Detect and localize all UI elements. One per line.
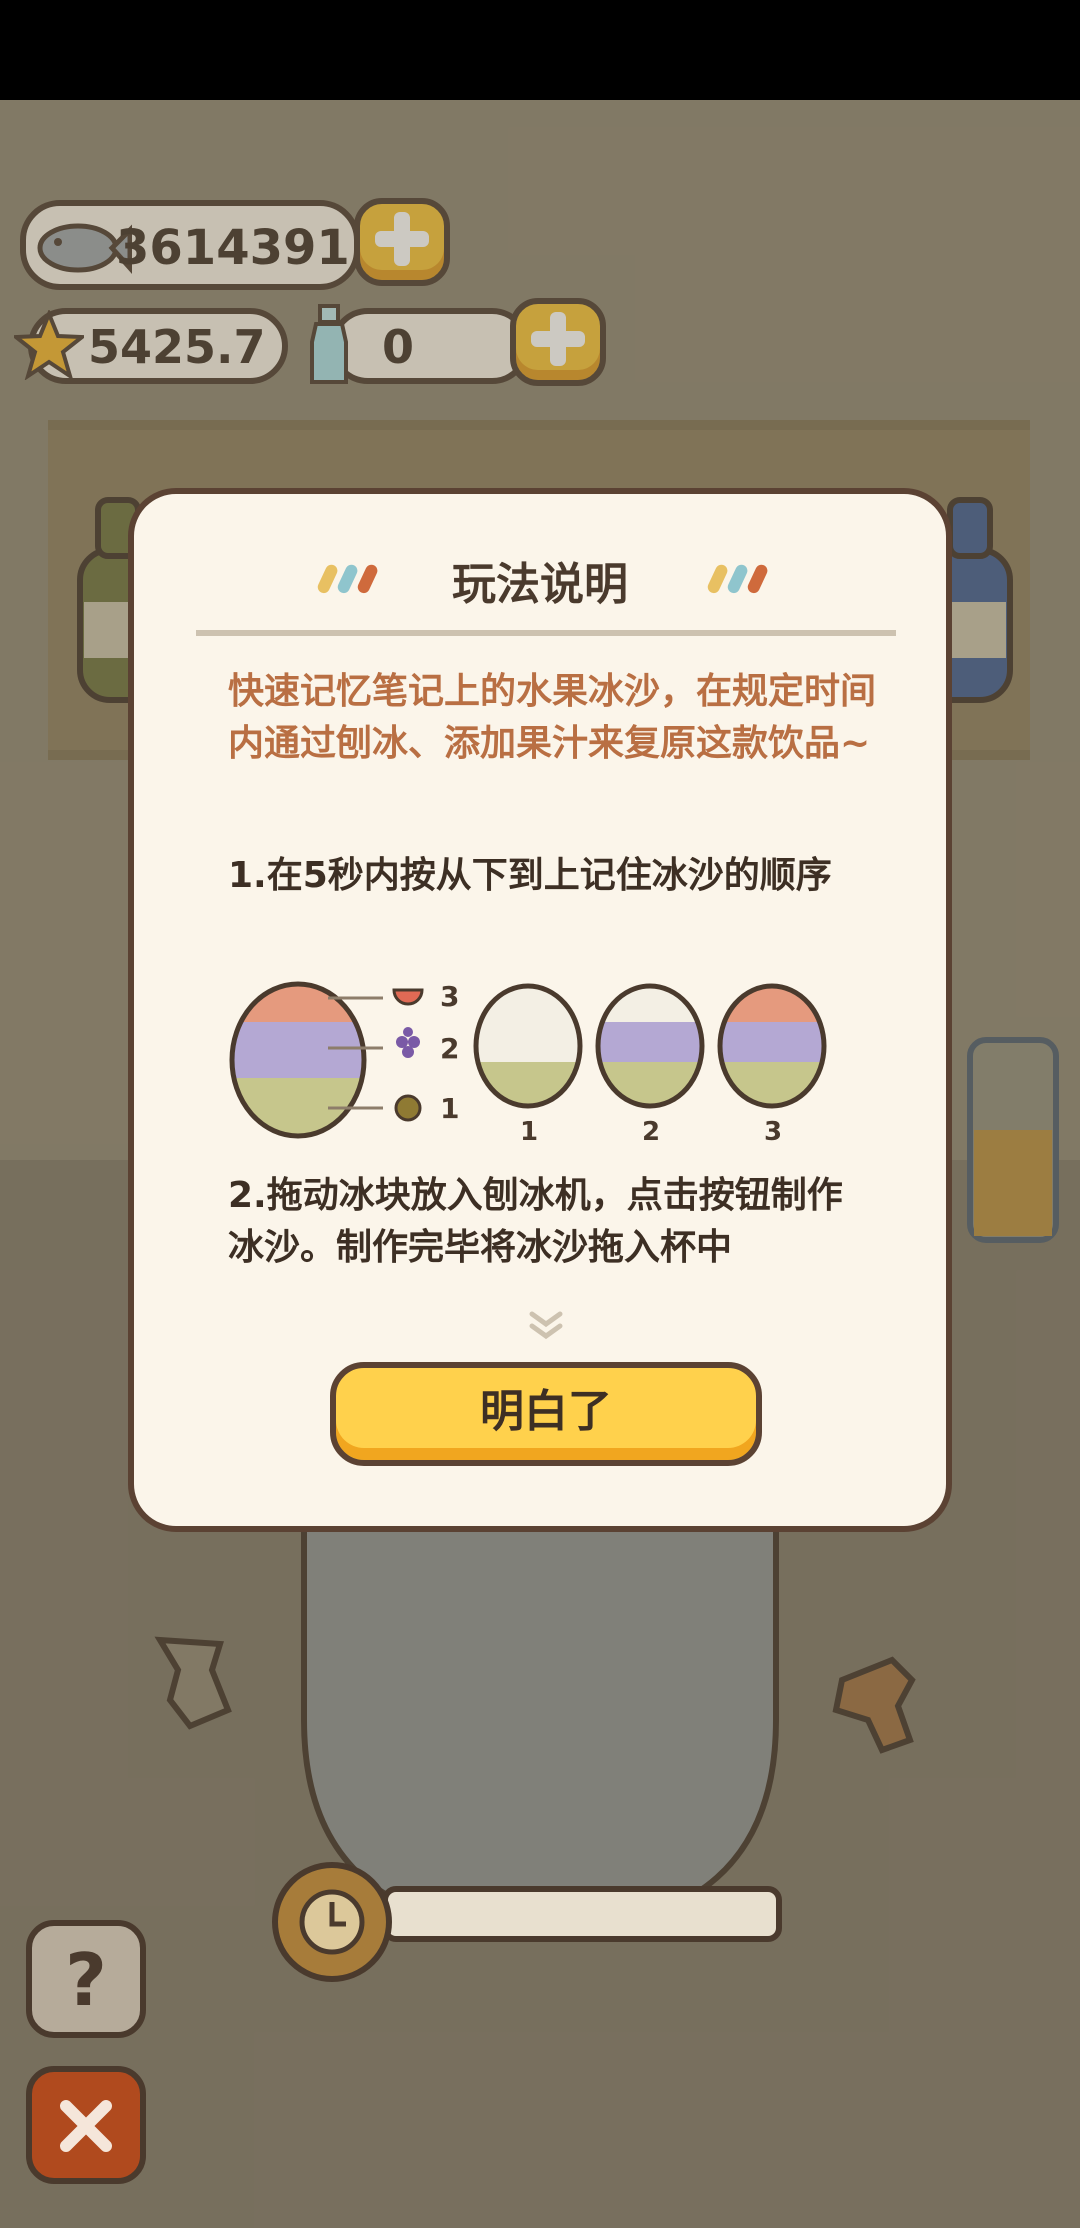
got-it-button[interactable]: 明白了	[330, 1362, 762, 1466]
question-icon: ?	[65, 1938, 107, 2022]
timer-bar	[272, 1862, 792, 1982]
kiwi-icon	[394, 1094, 422, 1122]
example-cup	[232, 984, 364, 1136]
stripes-icon-right	[707, 564, 768, 594]
cup-label-3: 3	[764, 1117, 782, 1147]
status-bar	[0, 0, 1080, 100]
clock-icon	[272, 1862, 392, 1982]
stage-cup-3	[717, 983, 827, 1109]
title-divider	[196, 630, 896, 636]
step-1-text: 1.在5秒内按从下到上记住冰沙的顺序	[228, 855, 832, 896]
grape-icon	[396, 1027, 420, 1058]
intro-text: 快速记忆笔记上的水果冰沙，在规定时间内通过刨冰、添加果汁来复原这款饮品~	[228, 671, 877, 764]
help-button[interactable]: ?	[26, 1920, 146, 2038]
scroll-down-icon[interactable]	[528, 1310, 564, 1340]
cup-label-1: 1	[520, 1117, 538, 1147]
legend-label-3: 3	[440, 980, 459, 1013]
legend-label-2: 2	[440, 1032, 459, 1065]
timer-track	[382, 1886, 782, 1942]
step-2-text: 2.拖动冰块放入刨冰机，点击按钮制作冰沙。制作完毕将冰沙拖入杯中	[228, 1175, 843, 1268]
layer-diagram: 3 2 1 1 2 3	[229, 980, 827, 1147]
close-icon	[60, 2100, 112, 2152]
legend-label-1: 1	[440, 1092, 459, 1125]
close-button[interactable]	[26, 2066, 146, 2184]
stage-cup-2	[595, 983, 705, 1109]
cup-label-2: 2	[642, 1117, 660, 1147]
instructions-dialog: 玩法说明 快速记忆笔记上的水果冰沙，在规定时间内通过刨冰、添加果汁来复原这款饮品…	[128, 488, 952, 1532]
dialog-title: 玩法说明	[452, 559, 628, 610]
watermelon-icon	[392, 988, 424, 1006]
stage-cup-1	[473, 983, 583, 1109]
